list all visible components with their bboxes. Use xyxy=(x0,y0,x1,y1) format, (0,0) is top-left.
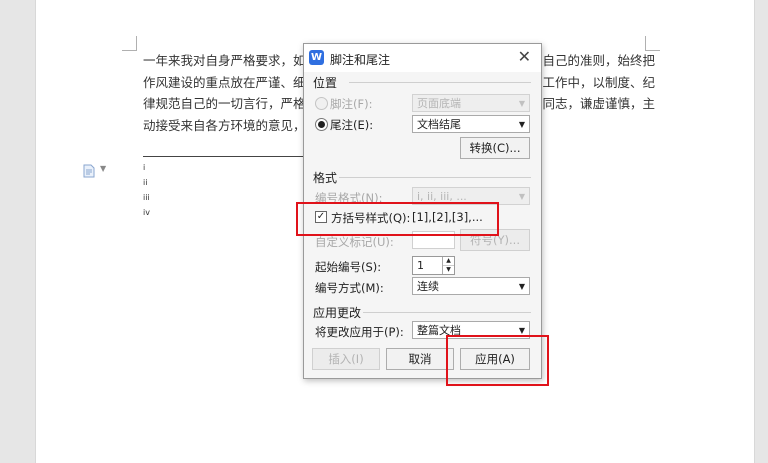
endnote-marker: iv xyxy=(143,208,150,217)
highlight-box-apply-button xyxy=(446,335,549,386)
endnote-radio[interactable] xyxy=(315,118,328,131)
start-at-label: 起始编号(S): xyxy=(315,260,382,274)
insert-button[interactable]: 插入(I) xyxy=(312,348,380,370)
section-location: 位置 xyxy=(313,76,338,90)
dialog-titlebar[interactable]: W 脚注和尾注 ✕ xyxy=(304,44,541,72)
convert-button[interactable]: 转换(C)... xyxy=(460,137,530,159)
wps-app-icon: W xyxy=(309,50,324,65)
cancel-button[interactable]: 取消 xyxy=(386,348,454,370)
apply-to-label: 将更改应用于(P): xyxy=(315,325,404,339)
chevron-down-icon: ▼ xyxy=(518,282,525,291)
arrow-up-icon[interactable]: ▲ xyxy=(443,257,454,265)
margin-corner-top-right xyxy=(645,36,660,51)
custom-mark-label: 自定义标记(U): xyxy=(315,235,394,249)
numbering-label: 编号方式(M): xyxy=(315,281,384,295)
chevron-down-icon[interactable]: ▼ xyxy=(100,164,106,173)
arrow-down-icon[interactable]: ▼ xyxy=(443,265,454,274)
section-divider xyxy=(349,82,531,83)
chevron-down-icon: ▼ xyxy=(518,192,525,201)
section-apply-changes: 应用更改 xyxy=(313,306,362,320)
numbering-select[interactable]: 连续 ▼ xyxy=(412,277,530,295)
close-icon[interactable]: ✕ xyxy=(518,47,531,66)
endnote-label: 尾注(E): xyxy=(330,118,374,132)
dialog-title: 脚注和尾注 xyxy=(330,53,391,67)
endnote-position-select[interactable]: 文档结尾 ▼ xyxy=(412,115,530,133)
footnote-position-select[interactable]: 页面底端 ▼ xyxy=(412,94,530,112)
endnote-marker: ii xyxy=(143,178,148,187)
start-at-stepper[interactable]: 1 ▲ ▼ xyxy=(412,256,455,275)
section-divider xyxy=(339,177,531,178)
highlight-box-bracket-style xyxy=(296,202,499,236)
chevron-down-icon: ▼ xyxy=(518,99,525,108)
paragraph-layout-icon[interactable] xyxy=(83,164,95,178)
footnote-radio[interactable] xyxy=(315,97,328,110)
endnote-marker: iii xyxy=(143,193,150,202)
stepper-buttons[interactable]: ▲ ▼ xyxy=(442,257,454,274)
section-divider xyxy=(363,312,531,313)
footnote-label: 脚注(F): xyxy=(330,97,373,111)
endnote-separator xyxy=(143,156,313,157)
endnote-list: i ii iii iv xyxy=(143,160,150,220)
endnote-marker: i xyxy=(143,163,146,172)
section-format: 格式 xyxy=(313,171,338,185)
chevron-down-icon: ▼ xyxy=(518,120,525,129)
margin-corner-top-left xyxy=(122,36,137,51)
